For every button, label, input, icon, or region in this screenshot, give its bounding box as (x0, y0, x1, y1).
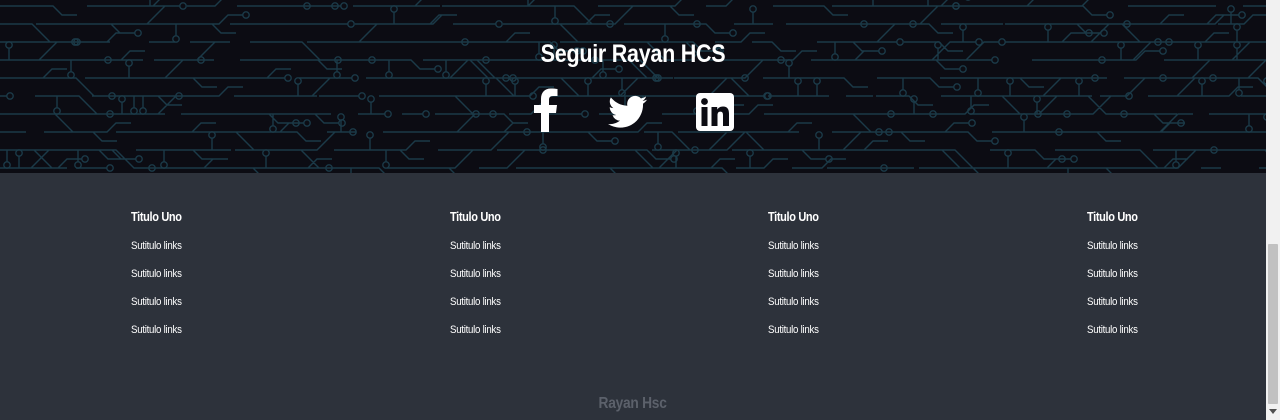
circuit-background (0, 0, 1266, 173)
footer-link[interactable]: Sutitulo links (131, 323, 182, 337)
twitter-icon[interactable] (606, 88, 650, 132)
footer-link[interactable]: Sutitulo links (131, 239, 182, 253)
footer-link-list: Sutitulo links Sutitulo links Sutitulo l… (1087, 238, 1280, 350)
footer-column: Titulo Uno Sutitulo links Sutitulo links… (131, 210, 331, 350)
footer-link[interactable]: Sutitulo links (1087, 295, 1138, 309)
footer-link[interactable]: Sutitulo links (768, 267, 819, 281)
footer-link[interactable]: Sutitulo links (1087, 267, 1138, 281)
copyright-label: Rayan Hsc (598, 395, 668, 412)
footer-link[interactable]: Sutitulo links (450, 295, 501, 309)
linkedin-icon[interactable] (695, 88, 735, 132)
footer-link[interactable]: Sutitulo links (1087, 323, 1138, 337)
scrollbar-thumb[interactable] (1268, 244, 1278, 404)
page-scrollbar[interactable] (1266, 0, 1280, 420)
footer-column: Titulo Uno Sutitulo links Sutitulo links… (1087, 210, 1280, 350)
page: Seguir Rayan HCS Titulo Uno Sutitulo lin… (0, 0, 1280, 420)
footer-link[interactable]: Sutitulo links (450, 239, 501, 253)
facebook-icon[interactable] (530, 88, 560, 132)
footer-link[interactable]: Sutitulo links (450, 323, 501, 337)
follow-section: Seguir Rayan HCS (0, 0, 1266, 173)
footer-column: Titulo Uno Sutitulo links Sutitulo links… (768, 210, 968, 350)
footer-link-list: Sutitulo links Sutitulo links Sutitulo l… (450, 238, 650, 350)
footer-link[interactable]: Sutitulo links (768, 323, 819, 337)
footer-column: Titulo Uno Sutitulo links Sutitulo links… (450, 210, 650, 350)
footer-link[interactable]: Sutitulo links (131, 267, 182, 281)
footer-link-list: Sutitulo links Sutitulo links Sutitulo l… (131, 238, 331, 350)
footer: Titulo Uno Sutitulo links Sutitulo links… (0, 173, 1266, 420)
footer-column-title: Titulo Uno (1087, 210, 1138, 224)
footer-link-list: Sutitulo links Sutitulo links Sutitulo l… (768, 238, 968, 350)
footer-link[interactable]: Sutitulo links (131, 295, 182, 309)
footer-link[interactable]: Sutitulo links (768, 239, 819, 253)
social-links (0, 88, 1266, 136)
footer-link[interactable]: Sutitulo links (450, 267, 501, 281)
copyright-text: Rayan Hsc (0, 395, 1266, 413)
footer-link[interactable]: Sutitulo links (1087, 239, 1138, 253)
scroll-down-arrow-icon[interactable] (1269, 409, 1277, 414)
follow-title: Seguir Rayan HCS (540, 40, 726, 68)
footer-column-title: Titulo Uno (450, 210, 501, 224)
footer-column-title: Titulo Uno (768, 210, 819, 224)
footer-link[interactable]: Sutitulo links (768, 295, 819, 309)
footer-column-title: Titulo Uno (131, 210, 182, 224)
